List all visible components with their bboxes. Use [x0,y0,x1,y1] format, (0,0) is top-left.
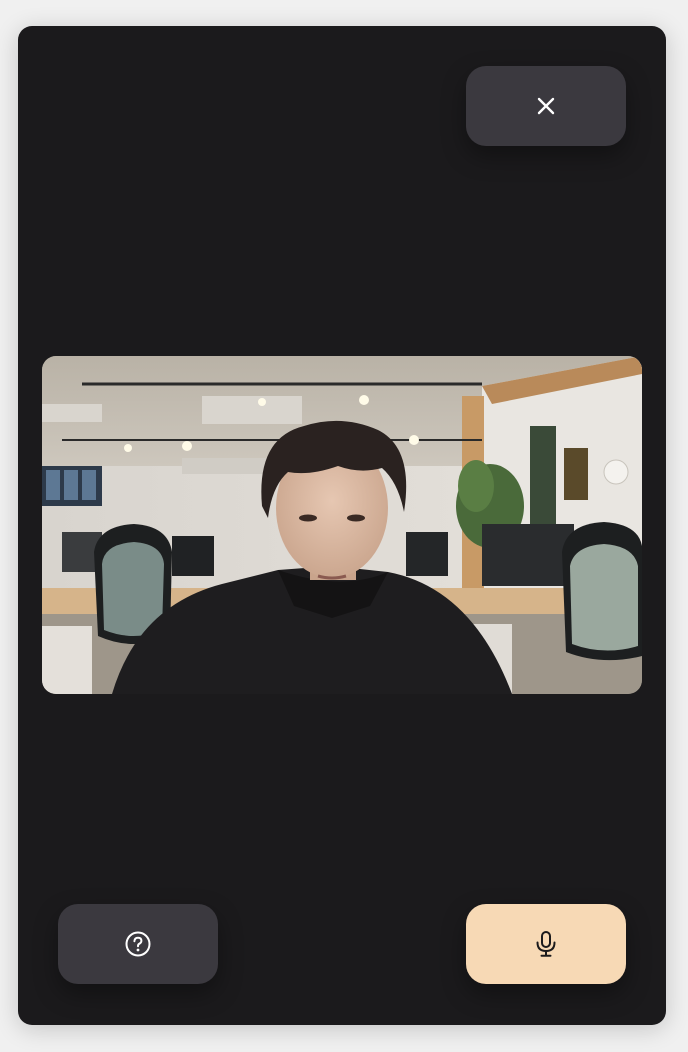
camera-feed-image [42,356,642,694]
help-button[interactable] [58,904,218,984]
microphone-icon [536,931,556,957]
video-call-panel [18,26,666,1025]
video-feed [42,356,642,694]
question-circle-icon [125,931,151,957]
close-button[interactable] [466,66,626,146]
microphone-button[interactable] [466,904,626,984]
close-icon [537,97,555,115]
